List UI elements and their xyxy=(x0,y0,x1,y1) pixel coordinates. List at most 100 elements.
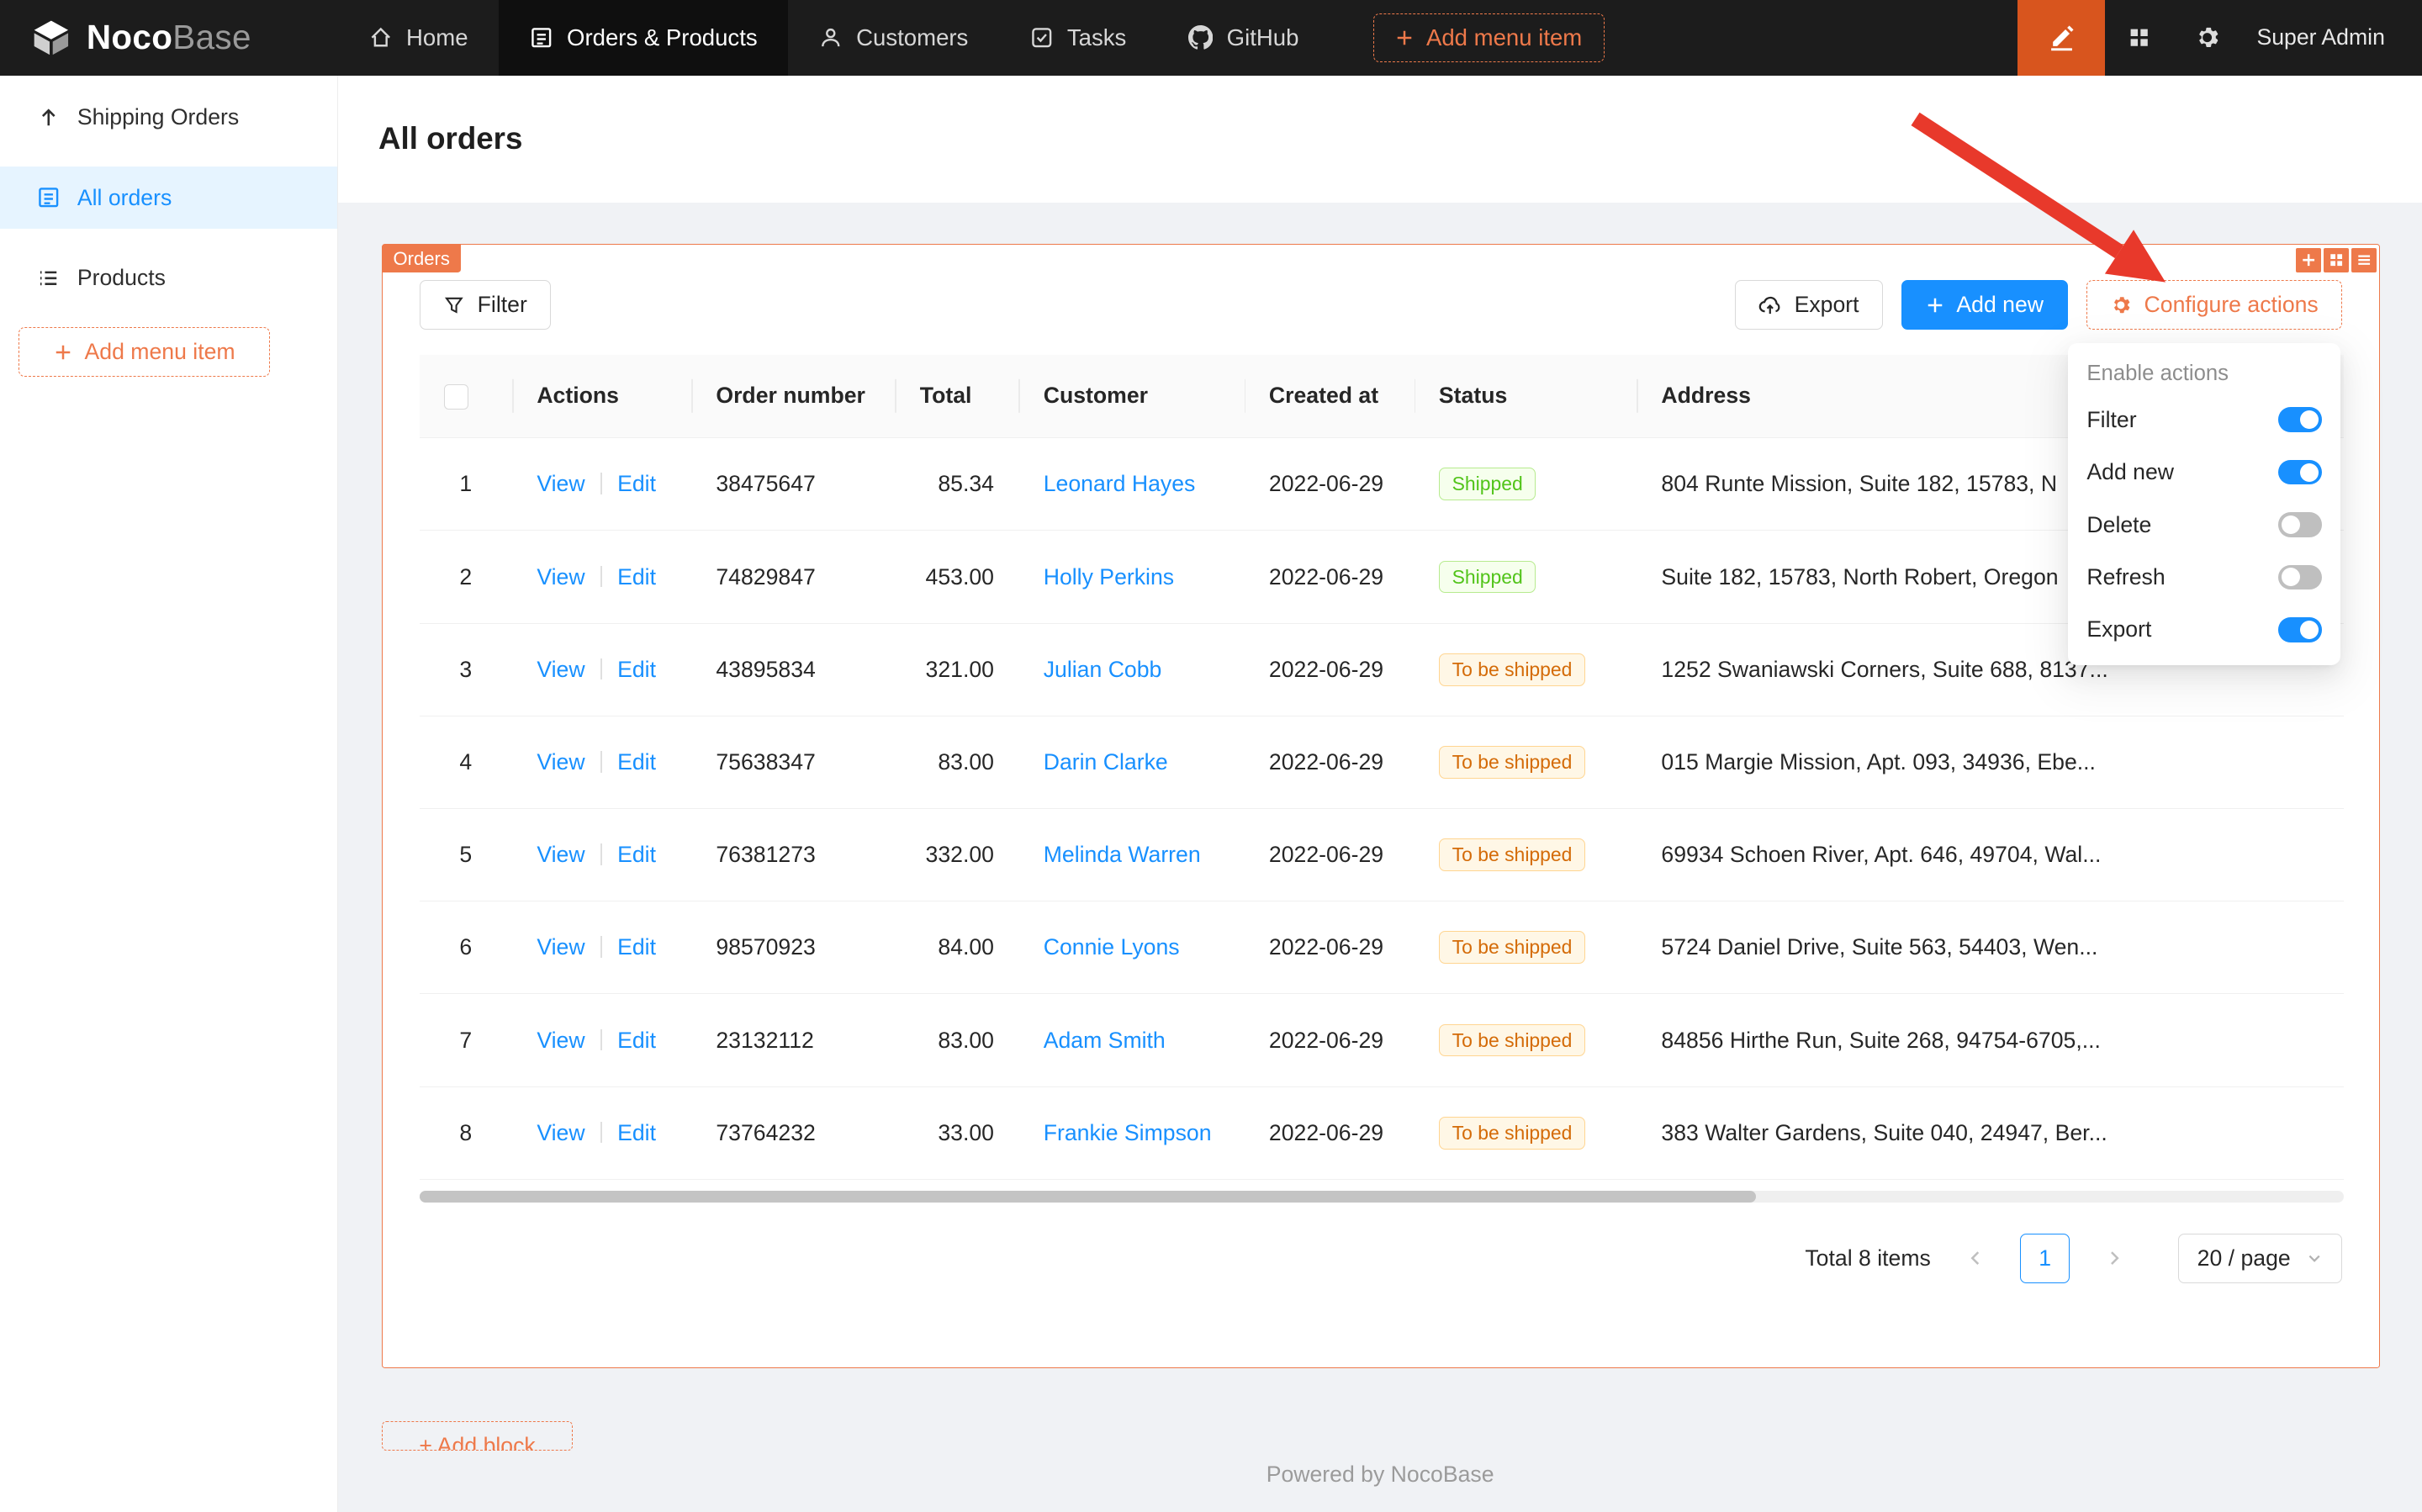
edit-link[interactable]: Edit xyxy=(617,1120,656,1145)
next-page-button[interactable] xyxy=(2091,1235,2138,1282)
sidebar-add-menu-item-button[interactable]: Add menu item xyxy=(19,327,270,377)
column-header-created-at: Created at xyxy=(1245,355,1415,438)
table-row[interactable]: 4 ViewEdit 75638347 83.00 Darin Clarke 2… xyxy=(420,716,2345,808)
view-link[interactable]: View xyxy=(537,1120,584,1145)
plus-icon xyxy=(1395,29,1414,47)
logo[interactable]: NocoBase xyxy=(0,0,338,76)
customer-link[interactable]: Leonard Hayes xyxy=(1044,471,1196,496)
dropdown-item-refresh[interactable]: Refresh xyxy=(2068,551,2340,603)
edit-link[interactable]: Edit xyxy=(617,934,656,960)
navbar-add-menu-item-button[interactable]: Add menu item xyxy=(1373,13,1605,63)
customer-link[interactable]: Frankie Simpson xyxy=(1044,1120,1212,1145)
block-add-icon[interactable] xyxy=(2296,248,2320,272)
order-number-value: 76381273 xyxy=(716,842,815,867)
configure-actions-button[interactable]: Configure actions xyxy=(2086,280,2343,330)
orders-table: Actions Order number Total Customer Crea… xyxy=(420,355,2345,1180)
navbar-right: Super Admin xyxy=(2017,0,2422,76)
filter-button[interactable]: Filter xyxy=(420,280,552,330)
page-title: All orders xyxy=(378,121,522,156)
chevron-down-icon xyxy=(2306,1250,2323,1266)
logo-text: NocoBase xyxy=(87,18,251,57)
edit-link[interactable]: Edit xyxy=(617,1028,656,1053)
column-header-order-number: Order number xyxy=(691,355,895,438)
filter-toggle[interactable] xyxy=(2278,407,2321,431)
plugin-manager-icon[interactable] xyxy=(2105,0,2173,76)
total-value: 332.00 xyxy=(926,842,994,867)
table-row[interactable]: 5 View Edit 76381273 332.00 Melinda Warre… xyxy=(420,809,2345,901)
customer-link[interactable]: Julian Cobb xyxy=(1044,657,1162,682)
view-link[interactable]: View xyxy=(537,934,584,960)
dropdown-item-add-new[interactable]: Add new xyxy=(2068,446,2340,498)
table-row[interactable]: 2 ViewEdit 74829847 453.00 Holly Perkins… xyxy=(420,531,2345,623)
dropdown-item-export[interactable]: Export xyxy=(2068,604,2340,656)
row-index: 5 xyxy=(459,842,472,867)
add-block-button[interactable]: + Add block xyxy=(382,1421,574,1451)
nav-item-github[interactable]: GitHub xyxy=(1157,0,1330,76)
order-number-value: 23132112 xyxy=(716,1028,813,1053)
table-toolbar: Filter Export Add new Configure actions xyxy=(420,280,2343,330)
action-divider xyxy=(600,1029,602,1051)
select-all-checkbox[interactable] xyxy=(444,384,468,409)
table-row[interactable]: 1 ViewEdit 38475647 85.34 Leonard Hayes … xyxy=(420,438,2345,531)
action-divider xyxy=(600,473,602,494)
column-header-status: Status xyxy=(1415,355,1637,438)
nav-item-orders-products[interactable]: Orders & Products xyxy=(499,0,788,76)
page-size-select[interactable]: 20 / page xyxy=(2178,1234,2343,1283)
view-link[interactable]: View xyxy=(537,657,584,682)
table-row[interactable]: 6 ViewEdit 98570923 84.00 Connie Lyons 2… xyxy=(420,901,2345,994)
table-row[interactable]: 3 ViewEdit 43895834 321.00 Julian Cobb 2… xyxy=(420,623,2345,716)
dropdown-item-filter[interactable]: Filter xyxy=(2068,394,2340,446)
sidebar-item-all-orders[interactable]: All orders xyxy=(0,167,337,228)
view-link[interactable]: View xyxy=(537,842,584,867)
filter-icon xyxy=(443,294,465,316)
row-index: 6 xyxy=(459,934,472,960)
view-link[interactable]: View xyxy=(537,471,584,496)
edit-link[interactable]: Edit xyxy=(617,749,656,775)
edit-link[interactable]: Edit xyxy=(617,564,656,589)
block-menu-icon[interactable] xyxy=(2351,248,2376,272)
customer-link[interactable]: Adam Smith xyxy=(1044,1028,1166,1053)
nav-item-home[interactable]: Home xyxy=(338,0,499,76)
view-link[interactable]: View xyxy=(537,1028,584,1053)
row-index: 4 xyxy=(459,749,472,775)
export-button[interactable]: Export xyxy=(1735,280,1883,330)
created-at-value: 2022-06-29 xyxy=(1269,564,1383,589)
user-menu[interactable]: Super Admin xyxy=(2241,0,2422,76)
refresh-toggle[interactable] xyxy=(2278,565,2321,589)
nav-item-customers[interactable]: Customers xyxy=(788,0,999,76)
edit-link[interactable]: Edit xyxy=(617,471,656,496)
settings-gear-icon[interactable] xyxy=(2173,0,2241,76)
edit-link[interactable]: Edit xyxy=(617,842,656,867)
customer-link[interactable]: Melinda Warren xyxy=(1044,842,1201,867)
column-header-customer: Customer xyxy=(1018,355,1244,438)
export-icon xyxy=(1758,293,1782,317)
dropdown-item-delete[interactable]: Delete xyxy=(2068,499,2340,551)
created-at-value: 2022-06-29 xyxy=(1269,471,1383,496)
address-value: 5724 Daniel Drive, Suite 563, 54403, Wen… xyxy=(1661,934,2097,960)
table-row[interactable]: 8 ViewEdit 73764232 33.00 Frankie Simpso… xyxy=(420,1086,2345,1179)
block-grid-icon[interactable] xyxy=(2324,248,2348,272)
previous-page-button[interactable] xyxy=(1953,1235,1999,1282)
edit-link[interactable]: Edit xyxy=(617,657,656,682)
order-number-value: 75638347 xyxy=(716,749,815,775)
sidebar-item-products[interactable]: Products xyxy=(0,247,337,309)
view-link[interactable]: View xyxy=(537,564,584,589)
export-toggle[interactable] xyxy=(2278,617,2321,642)
customer-link[interactable]: Connie Lyons xyxy=(1044,934,1180,960)
table-row[interactable]: 7 ViewEdit 23132112 83.00 Adam Smith 202… xyxy=(420,994,2345,1086)
scrollbar-thumb[interactable] xyxy=(420,1191,1756,1203)
add-new-button[interactable]: Add new xyxy=(1901,280,2067,330)
customer-link[interactable]: Darin Clarke xyxy=(1044,749,1168,775)
total-value: 83.00 xyxy=(938,1028,994,1053)
sidebar-item-shipping-orders[interactable]: Shipping Orders xyxy=(0,87,337,148)
total-value: 85.34 xyxy=(938,471,994,496)
page-number-button[interactable]: 1 xyxy=(2020,1234,2070,1283)
delete-toggle[interactable] xyxy=(2278,512,2321,537)
customer-link[interactable]: Holly Perkins xyxy=(1044,564,1174,589)
address-value: 84856 Hirthe Run, Suite 268, 94754-6705,… xyxy=(1661,1028,2101,1053)
add-new-toggle[interactable] xyxy=(2278,460,2321,484)
nav-item-tasks[interactable]: Tasks xyxy=(999,0,1157,76)
horizontal-scrollbar[interactable] xyxy=(420,1191,2345,1203)
view-link[interactable]: View xyxy=(537,749,584,775)
ui-editor-button[interactable] xyxy=(2017,0,2106,76)
